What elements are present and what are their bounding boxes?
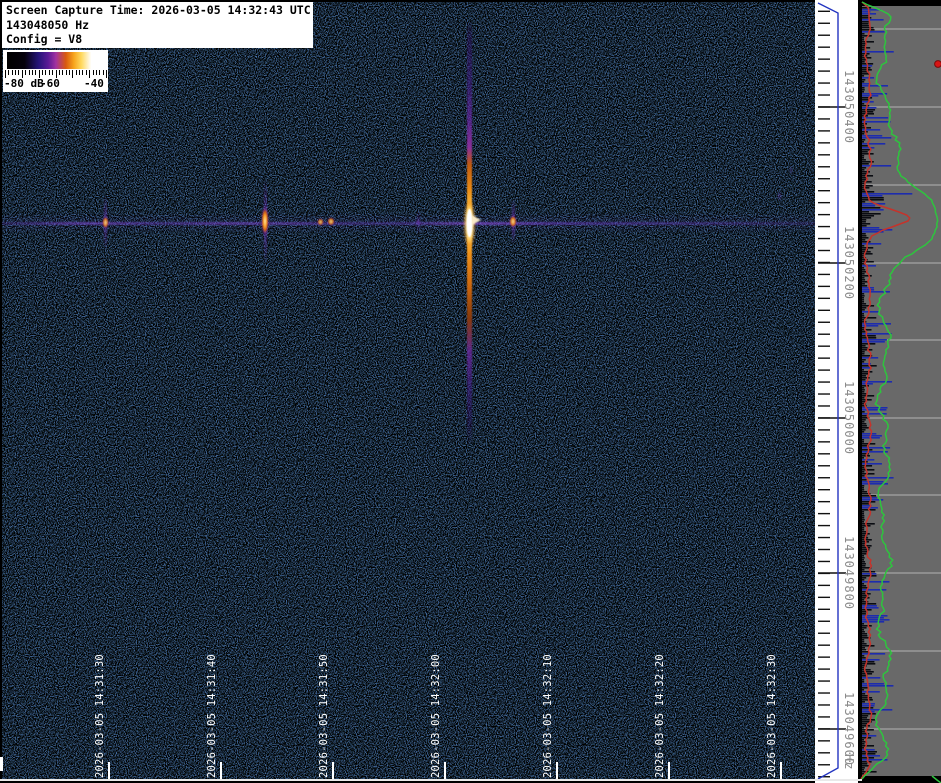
colorbar-gradient: [7, 52, 105, 69]
colorbar-label-40db: -40: [84, 77, 104, 90]
frequency-label: 143049800: [842, 536, 856, 610]
left-edge-tick: [0, 757, 3, 771]
colorbar-tick: [32, 70, 33, 75]
frequency-axis: 1430504001430502001430500001430498001430…: [815, 0, 862, 783]
background-noise: [2, 2, 817, 779]
colorbar-tick: [25, 70, 26, 75]
colorbar-label-80db: -80 dB: [4, 77, 44, 90]
colorbar-tick: [99, 70, 100, 75]
colorbar-tick: [72, 70, 73, 78]
colorbar-tick: [96, 70, 97, 75]
signal-blob: [327, 217, 335, 226]
carrier-line: [2, 222, 817, 225]
time-label: 2026-03-05 14:31:50: [318, 654, 330, 778]
colorbar-tick: [18, 70, 19, 75]
colorbar-label-60db: -60: [40, 77, 60, 90]
colorbar-tick: [103, 70, 104, 75]
time-tick: [332, 762, 334, 779]
frequency-label: 143050200: [842, 226, 856, 300]
frequency-label: 143050000: [842, 381, 856, 455]
signal-blob: [509, 215, 517, 228]
colorbar-tick: [42, 70, 43, 75]
colorbar-tick: [82, 70, 83, 75]
signal-blob: [102, 216, 109, 229]
colorbar-legend: -80 dB -60 -40: [3, 50, 108, 92]
time-tick: [108, 762, 110, 779]
colorbar-tick: [93, 70, 94, 75]
time-tick: [444, 762, 446, 779]
colorbar-tick: [12, 70, 13, 75]
bottom-frame-line: [0, 779, 862, 781]
signal-blob: [415, 219, 421, 225]
signal-blob: [317, 218, 324, 226]
time-tick: [220, 762, 222, 779]
colorbar-tick: [86, 70, 87, 75]
colorbar-tick: [59, 70, 60, 75]
main-burst-flare: [472, 215, 481, 225]
frequency-unit-label: Hz: [842, 754, 856, 770]
colorbar-tick: [15, 70, 16, 75]
capture-time-text: Screen Capture Time: 2026-03-05 14:32:43…: [6, 3, 313, 18]
time-label: 2026-03-05 14:31:40: [206, 654, 218, 778]
spectrogram-waterfall: 2026-03-05 14:31:30 2026-03-05 14:31:40 20…: [2, 2, 817, 779]
info-box: Screen Capture Time: 2026-03-05 14:32:43…: [2, 2, 313, 48]
colorbar-tick: [62, 70, 63, 75]
colorbar-tick: [29, 70, 30, 75]
colorbar-tick: [69, 70, 70, 75]
colorbar-tick: [45, 70, 46, 75]
frequency-text: 143048050 Hz: [6, 18, 313, 33]
time-tick: [780, 762, 782, 779]
colorbar-tick: [66, 70, 67, 75]
time-label: 2026-03-05 14:32:20: [654, 654, 666, 778]
time-label: 2026-03-05 14:32:10: [542, 654, 554, 778]
signal-blob: [789, 166, 793, 174]
colorbar-tick: [76, 70, 77, 75]
colorbar-tick: [35, 70, 36, 75]
marker-dot: [935, 61, 941, 68]
time-label: 2026-03-05 14:32:00: [430, 654, 442, 778]
colorbar-tick: [8, 70, 9, 75]
config-text: Config = V8: [6, 32, 313, 47]
frequency-label: 143050400: [842, 70, 856, 144]
time-tick: [556, 762, 558, 779]
colorbar-tick: [52, 70, 53, 75]
screen-capture-root: 2026-03-05 14:31:30 2026-03-05 14:31:40 20…: [0, 0, 941, 783]
time-tick: [668, 762, 670, 779]
signal-blob: [261, 206, 269, 236]
spectrum-panel: [858, 0, 941, 783]
colorbar-tick: [49, 70, 50, 75]
colorbar-tick: [79, 70, 80, 75]
time-label: 2026-03-05 14:31:30: [94, 654, 106, 778]
colorbar-tick: [106, 70, 107, 78]
time-label: 2026-03-05 14:32:30: [766, 654, 778, 778]
signal-blob: [777, 191, 782, 201]
